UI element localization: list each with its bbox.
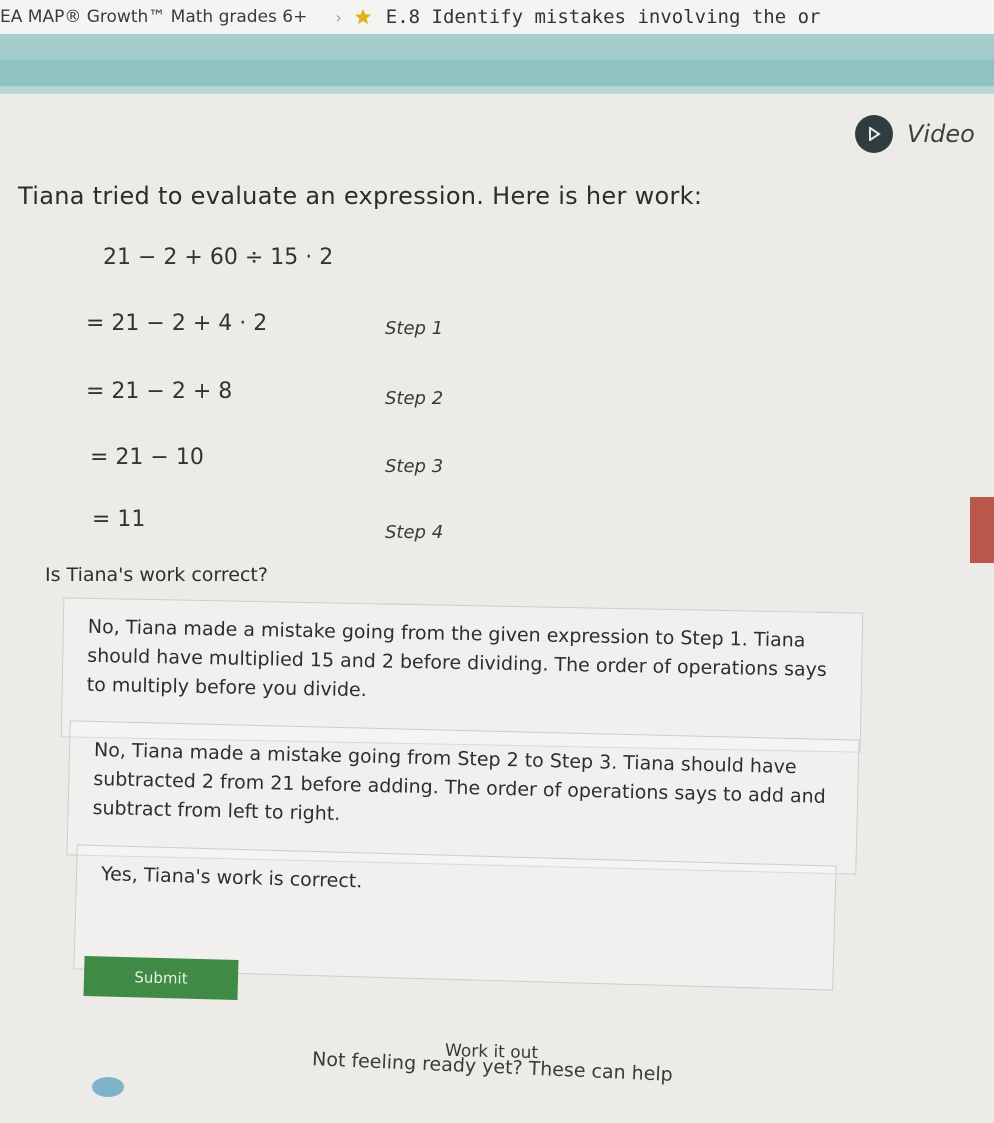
breadcrumb-item-skill: E.8 Identify mistakes involving the or (385, 6, 821, 28)
help-icon[interactable] (92, 1077, 124, 1097)
side-tab[interactable] (970, 497, 994, 563)
header-banner (0, 34, 994, 94)
step-4-label: Step 4 (385, 522, 444, 543)
step-4-expression: = 11 (92, 507, 146, 532)
step-2-expression: = 21 − 2 + 8 (86, 379, 233, 404)
answer-choice-3-text: Yes, Tiana's work is correct. (100, 863, 363, 893)
question-prompt: Tiana tried to evaluate an expression. H… (18, 182, 703, 210)
play-icon (869, 127, 881, 141)
step-1-label: Step 1 (385, 318, 444, 339)
question-text: Is Tiana's work correct? (45, 564, 268, 586)
answer-choice-1-text: No, Tiana made a mistake going from the … (86, 615, 827, 702)
video-label: Video (907, 120, 975, 148)
step-1-expression: = 21 − 2 + 4 · 2 (86, 311, 268, 336)
video-icon-circle (855, 115, 893, 153)
submit-button[interactable]: Submit (83, 955, 239, 1001)
breadcrumb-item-grade[interactable]: EA MAP® Growth™ Math grades 6+ (0, 7, 307, 27)
video-button[interactable]: Video (855, 115, 975, 153)
given-expression: 21 − 2 + 60 ÷ 15 · 2 (103, 245, 334, 270)
step-3-expression: = 21 − 10 (90, 445, 204, 470)
breadcrumb: EA MAP® Growth™ Math grades 6+ › E.8 Ide… (0, 0, 994, 34)
answer-choice-2-text: No, Tiana made a mistake going from Step… (92, 738, 826, 826)
step-3-label: Step 3 (385, 456, 444, 477)
step-2-label: Step 2 (385, 388, 444, 409)
star-icon (354, 8, 371, 25)
header-stripe (0, 60, 994, 86)
breadcrumb-separator: › (335, 7, 342, 27)
